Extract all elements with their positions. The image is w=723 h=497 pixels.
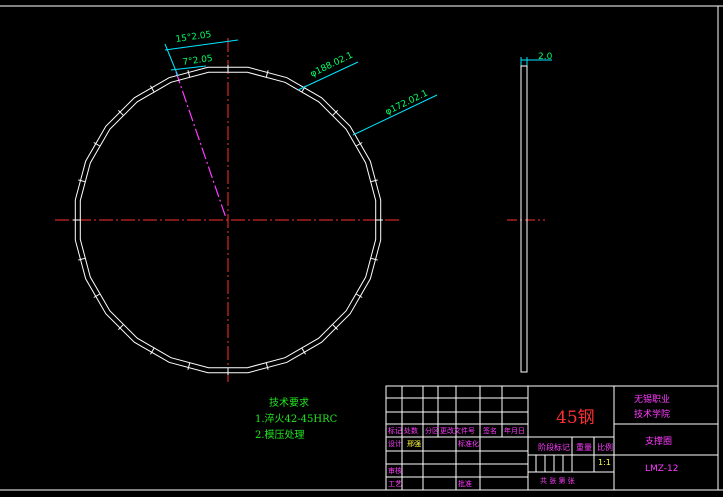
approve-label: 批准 — [458, 480, 472, 488]
notes-heading: 技术要求 — [269, 398, 309, 409]
ring-notch — [187, 70, 191, 78]
angle-outer-label: 15°2.05 — [175, 30, 212, 45]
drawing-number: LMZ-12 — [645, 464, 679, 474]
technical-requirements: 技术要求 1.淬火42-45HRC 2.模压处理 — [255, 396, 337, 444]
thickness-label: 2.0 — [538, 52, 553, 62]
weight-label: 重量 — [576, 443, 592, 452]
sheet-count: 共 张 第 张 — [540, 477, 575, 485]
header-date: 年月日 — [504, 427, 525, 435]
diameter-outer-label: φ188.02.1 — [309, 51, 355, 80]
header-count: 处数 — [404, 427, 418, 435]
header-mark: 标记 — [388, 427, 402, 435]
diameter-inner-label: φ172.02.1 — [384, 89, 430, 118]
header-change-file: 更改文件号 — [440, 427, 475, 435]
standard-label: 标准化 — [458, 440, 479, 448]
note-item-2: 2.模压处理 — [255, 430, 305, 441]
part-name: 支撑圈 — [645, 437, 673, 447]
ring-notch — [187, 362, 191, 370]
diameter-dimension-inner — [352, 94, 438, 136]
angle-inner-label: 7°2.05 — [182, 54, 213, 68]
ring-notch — [370, 257, 378, 261]
cad-drawing: 15°2.05 7°2.05 φ188.02.1 φ172.02.1 2.0 — [0, 5, 723, 491]
ring-notch — [78, 179, 86, 183]
process-label: 工艺 — [388, 480, 402, 488]
header-zone: 分区 — [425, 427, 439, 435]
ring-notch — [265, 70, 269, 78]
design-label: 设计 — [388, 440, 402, 448]
scale-label: 比例 — [597, 443, 613, 452]
ring-notch — [78, 257, 86, 261]
ring-notch — [370, 179, 378, 183]
school-name-line1: 无锡职业 — [634, 395, 671, 405]
material: 45钢 — [556, 408, 595, 428]
ring-side-view — [520, 65, 528, 373]
school-name-line2: 技术学院 — [634, 410, 671, 420]
inclined-axis — [175, 71, 227, 219]
header-signature: 签名 — [483, 427, 497, 435]
ring-notch — [265, 362, 269, 370]
note-item-1: 1.淬火42-45HRC — [255, 414, 338, 425]
scale-value: 1:1 — [598, 458, 611, 467]
designer-name: 邢强 — [407, 440, 421, 448]
stage-label: 阶段标记 — [538, 443, 570, 452]
review-label: 审核 — [388, 467, 402, 475]
